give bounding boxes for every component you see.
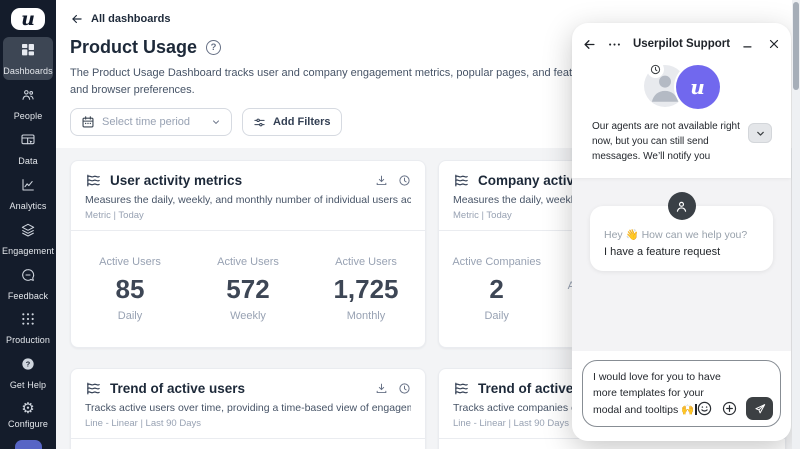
sliders-icon bbox=[253, 116, 266, 129]
add-filters-label: Add Filters bbox=[273, 116, 330, 128]
back-label: All dashboards bbox=[91, 13, 170, 25]
sidebar-item-label: Configure bbox=[8, 419, 48, 429]
chat-widget: Userpilot Support u bbox=[572, 23, 791, 441]
attach-plus-icon[interactable] bbox=[721, 400, 738, 417]
metric-chart-icon bbox=[453, 172, 470, 189]
chat-message-list: Hey 👋 How can we help you? I have a feat… bbox=[572, 178, 791, 351]
chart-legend: Daily Weekly Monthly bbox=[71, 439, 425, 449]
card-meta: Metric | Today bbox=[85, 210, 411, 221]
sidebar-item-label: Feedback bbox=[8, 291, 48, 301]
card-description: Tracks active users over time, providing… bbox=[85, 402, 411, 414]
send-button[interactable] bbox=[746, 397, 773, 420]
clock-badge-icon bbox=[648, 62, 663, 77]
engagement-icon bbox=[20, 222, 36, 243]
add-filters-button[interactable]: Add Filters bbox=[242, 108, 341, 136]
bot-avatar-icon bbox=[668, 192, 696, 220]
stat-monthly-active-users: Active Users 1,725 Monthly bbox=[307, 256, 425, 322]
close-icon[interactable] bbox=[767, 37, 781, 51]
agent-avatars: u bbox=[582, 65, 781, 109]
sidebar-item-get-help[interactable]: ? Get Help bbox=[3, 351, 53, 394]
chat-status-text: Our agents are not available right now, … bbox=[592, 119, 747, 164]
app-window: u Dashboards People Data bbox=[0, 0, 800, 449]
quick-reply[interactable]: I have a feature request bbox=[604, 246, 759, 258]
stat-daily-active-users: Active Users 85 Daily bbox=[71, 256, 189, 322]
stat-daily-active-companies: Active Companies 2 Daily bbox=[439, 256, 554, 322]
gear-icon: ⚙ bbox=[21, 401, 34, 416]
sidebar-item-production[interactable]: Production bbox=[3, 306, 53, 349]
sidebar-item-dashboards[interactable]: Dashboards bbox=[3, 37, 53, 80]
bot-greeting: Hey 👋 How can we help you? bbox=[604, 228, 759, 241]
data-icon bbox=[20, 132, 36, 153]
svg-text:?: ? bbox=[26, 360, 31, 369]
userpilot-avatar: u bbox=[676, 65, 720, 109]
grid-dots-icon bbox=[20, 311, 36, 332]
sidebar-item-label: People bbox=[14, 111, 43, 121]
dashboards-icon bbox=[20, 42, 36, 63]
userpilot-logo[interactable]: u bbox=[11, 8, 45, 30]
history-icon[interactable] bbox=[398, 382, 411, 395]
calendar-icon bbox=[81, 115, 95, 129]
back-arrow-icon bbox=[70, 12, 84, 26]
chevron-down-button[interactable] bbox=[748, 123, 772, 143]
sidebar-item-label: Analytics bbox=[10, 201, 47, 211]
sidebar-item-label: Engagement bbox=[2, 246, 54, 256]
sidebar-item-engagement[interactable]: Engagement bbox=[3, 217, 53, 260]
download-icon[interactable] bbox=[375, 174, 388, 187]
stat-weekly-active-users: Active Users 572 Weekly bbox=[189, 256, 307, 322]
trend-chart-icon bbox=[85, 380, 102, 397]
help-icon: ? bbox=[20, 356, 36, 377]
sidebar-item-label: Dashboards bbox=[3, 66, 53, 76]
history-icon[interactable] bbox=[398, 174, 411, 187]
message-input[interactable]: I would love for you to have more templa… bbox=[582, 360, 781, 427]
sidebar-item-data[interactable]: Data bbox=[3, 127, 53, 170]
download-icon[interactable] bbox=[375, 382, 388, 395]
chat-header: Userpilot Support u bbox=[572, 23, 791, 178]
card-meta: Line - Linear | Last 90 Days bbox=[85, 418, 411, 429]
chat-menu-icon[interactable] bbox=[607, 37, 622, 52]
chat-back-icon[interactable] bbox=[582, 37, 597, 52]
page-scrollbar-track[interactable] bbox=[792, 0, 800, 449]
sidebar-item-feedback[interactable]: Feedback bbox=[3, 262, 53, 305]
user-avatar[interactable]: US bbox=[15, 440, 42, 449]
time-period-placeholder: Select time period bbox=[102, 116, 190, 128]
emoji-icon[interactable] bbox=[696, 400, 713, 417]
chevron-down-icon bbox=[211, 117, 221, 127]
sidebar-item-analytics[interactable]: Analytics bbox=[3, 172, 53, 215]
sidebar-item-label: Data bbox=[18, 156, 37, 166]
help-circle-icon[interactable]: ? bbox=[206, 40, 221, 55]
page-title: Product Usage bbox=[70, 37, 197, 58]
metric-chart-icon bbox=[85, 172, 102, 189]
sidebar-nav: Dashboards People Data Analytics bbox=[0, 36, 56, 449]
trend-chart-icon bbox=[453, 380, 470, 397]
time-period-select[interactable]: Select time period bbox=[70, 108, 232, 136]
people-icon bbox=[20, 87, 36, 108]
sidebar: u Dashboards People Data bbox=[0, 0, 56, 449]
analytics-icon bbox=[20, 177, 36, 198]
card-title: User activity metrics bbox=[110, 173, 242, 188]
page-scrollbar-thumb[interactable] bbox=[793, 2, 799, 90]
sidebar-item-people[interactable]: People bbox=[3, 82, 53, 125]
card-title: Trend of active users bbox=[110, 381, 245, 396]
card-description: Measures the daily, weekly, and monthly … bbox=[85, 194, 411, 206]
sidebar-item-label: Production bbox=[6, 335, 50, 345]
sidebar-item-label: Get Help bbox=[10, 380, 46, 390]
minimize-icon[interactable] bbox=[741, 37, 755, 51]
card-trend-active-users: Trend of active users Tracks active user… bbox=[70, 368, 426, 449]
sidebar-item-configure[interactable]: ⚙ Configure bbox=[3, 396, 53, 433]
stats-row: Active Users 85 Daily Active Users 572 W… bbox=[71, 231, 425, 347]
feedback-icon bbox=[20, 267, 36, 288]
card-user-activity-metrics: User activity metrics Measures the daily… bbox=[70, 160, 426, 348]
chat-footer: I would love for you to have more templa… bbox=[572, 351, 791, 441]
